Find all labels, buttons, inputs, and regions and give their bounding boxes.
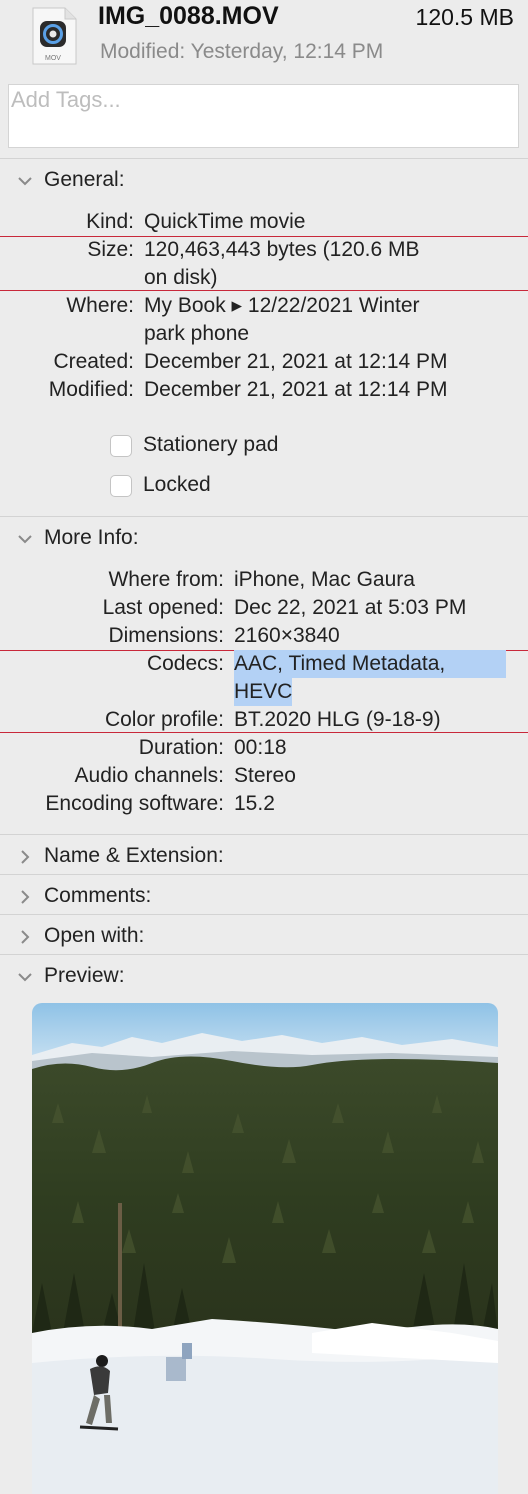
audio-channels-label: Audio channels: — [74, 764, 224, 787]
kind-label: Kind: — [86, 210, 134, 233]
stationery-pad-label[interactable]: Stationery pad — [143, 433, 278, 457]
modified-label: Modified: — [48, 378, 134, 401]
section-more-info-label: More Info: — [44, 526, 139, 549]
section-general-toggle[interactable]: General: — [0, 164, 528, 198]
size-label: Size: — [87, 238, 134, 261]
tags-field[interactable] — [8, 84, 519, 148]
chevron-down-icon — [18, 535, 32, 544]
where-value-line2: park phone — [144, 322, 250, 345]
section-more-info-toggle[interactable]: More Info: — [0, 522, 528, 556]
locked-label[interactable]: Locked — [143, 473, 211, 497]
section-preview-label: Preview: — [44, 964, 125, 987]
file-name: IMG_0088.MOV — [98, 2, 279, 30]
codecs-value-line2[interactable]: HEVC — [234, 678, 293, 706]
where-from-label: Where from: — [108, 568, 224, 591]
chevron-right-icon — [21, 930, 30, 944]
svg-text:MOV: MOV — [45, 55, 61, 62]
size-value-line1: 120,463,443 bytes (120.6 MB — [144, 238, 420, 261]
section-open-with-label: Open with: — [44, 924, 145, 947]
duration-label: Duration: — [138, 736, 224, 759]
chevron-down-icon — [18, 973, 32, 982]
modified-value: December 21, 2021 at 12:14 PM — [144, 378, 448, 401]
divider — [0, 954, 528, 955]
chevron-right-icon — [21, 890, 30, 904]
size-value-line2: on disk) — [144, 266, 218, 289]
last-opened-label: Last opened: — [102, 596, 224, 619]
quicktime-file-icon: MOV — [32, 7, 77, 65]
encoding-software-value: 15.2 — [234, 792, 275, 815]
locked-checkbox[interactable] — [110, 475, 132, 497]
created-value: December 21, 2021 at 12:14 PM — [144, 350, 448, 373]
section-name-extension-label: Name & Extension: — [44, 844, 224, 867]
video-preview-thumbnail[interactable] — [32, 1003, 498, 1494]
where-value-line1: My Book ▸ 12/22/2021 Winter — [144, 294, 420, 317]
stationery-pad-checkbox[interactable] — [110, 435, 132, 457]
color-profile-label: Color profile: — [104, 708, 224, 731]
chevron-down-icon — [18, 177, 32, 186]
last-opened-value: Dec 22, 2021 at 5:03 PM — [234, 596, 467, 619]
section-open-with-toggle[interactable]: Open with: — [0, 920, 528, 954]
kind-value: QuickTime movie — [144, 210, 306, 233]
section-comments-toggle[interactable]: Comments: — [0, 880, 528, 914]
file-header: MOV IMG_0088.MOV 120.5 MB Modified: Yest… — [0, 0, 528, 80]
dimensions-value: 2160×3840 — [234, 624, 340, 647]
codecs-label: Codecs: — [146, 652, 224, 675]
file-size: 120.5 MB — [415, 4, 514, 30]
modified-summary: Modified: Yesterday, 12:14 PM — [100, 40, 384, 63]
annotation-line — [0, 290, 528, 291]
section-name-extension-toggle[interactable]: Name & Extension: — [0, 840, 528, 874]
color-profile-value: BT.2020 HLG (9-18-9) — [234, 708, 441, 731]
section-general-label: General: — [44, 168, 125, 191]
divider — [0, 914, 528, 915]
tags-input[interactable] — [11, 87, 491, 113]
created-label: Created: — [53, 350, 134, 373]
section-comments-label: Comments: — [44, 884, 152, 907]
dimensions-label: Dimensions: — [108, 624, 224, 647]
encoding-software-label: Encoding software: — [45, 792, 224, 815]
divider — [0, 874, 528, 875]
divider — [0, 834, 528, 835]
chevron-right-icon — [21, 850, 30, 864]
section-preview-toggle[interactable]: Preview: — [0, 960, 528, 994]
divider — [0, 158, 528, 159]
audio-channels-value: Stereo — [234, 764, 296, 787]
where-from-value: iPhone, Mac Gaura — [234, 568, 415, 591]
divider — [0, 516, 528, 517]
where-label: Where: — [66, 294, 134, 317]
duration-value: 00:18 — [234, 736, 287, 759]
codecs-value-line1[interactable]: AAC, Timed Metadata, — [234, 650, 506, 678]
